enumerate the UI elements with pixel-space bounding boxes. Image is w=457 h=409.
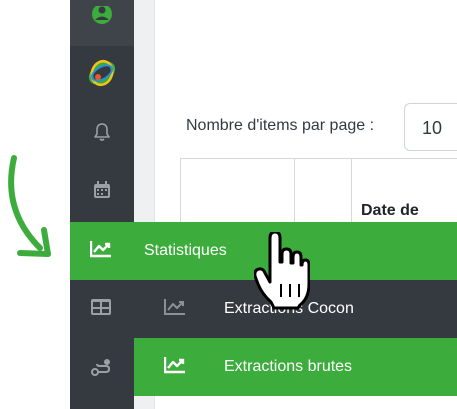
- table-column-divider: [180, 158, 181, 224]
- items-per-page-select[interactable]: 10: [404, 103, 457, 151]
- chart-line-icon: [163, 356, 186, 379]
- items-per-page-label: Nombre d'items par page :: [186, 117, 375, 134]
- items-per-page-value: 10: [422, 118, 443, 138]
- hand-pointer-icon: [254, 232, 310, 310]
- table-header-border: [180, 158, 457, 159]
- menu-item-extractions-brutes[interactable]: Extractions brutes: [134, 338, 457, 396]
- calendar-icon[interactable]: [70, 175, 134, 205]
- table-column-divider: [351, 158, 352, 224]
- menu-item-statistiques-label: Statistiques: [144, 242, 227, 259]
- table-icon: [90, 298, 112, 321]
- chart-line-icon: [164, 298, 186, 321]
- menu-item-extractions-brutes-label: Extractions brutes: [224, 358, 353, 375]
- route-icon: [90, 358, 112, 383]
- user-avatar-icon: [70, 2, 134, 32]
- sidebar-tail: [70, 396, 134, 409]
- table-column-divider: [294, 158, 295, 224]
- chart-line-icon: [89, 240, 112, 263]
- table-header-date: Date de: [361, 202, 419, 219]
- curved-arrow-icon: [8, 155, 51, 257]
- brand-logo-icon[interactable]: [70, 58, 134, 88]
- sidebar-item-profile[interactable]: [70, 0, 134, 46]
- bell-icon[interactable]: [70, 117, 134, 147]
- app-screen: Nombre d'items par page : 10 Date de Sta…: [0, 0, 457, 409]
